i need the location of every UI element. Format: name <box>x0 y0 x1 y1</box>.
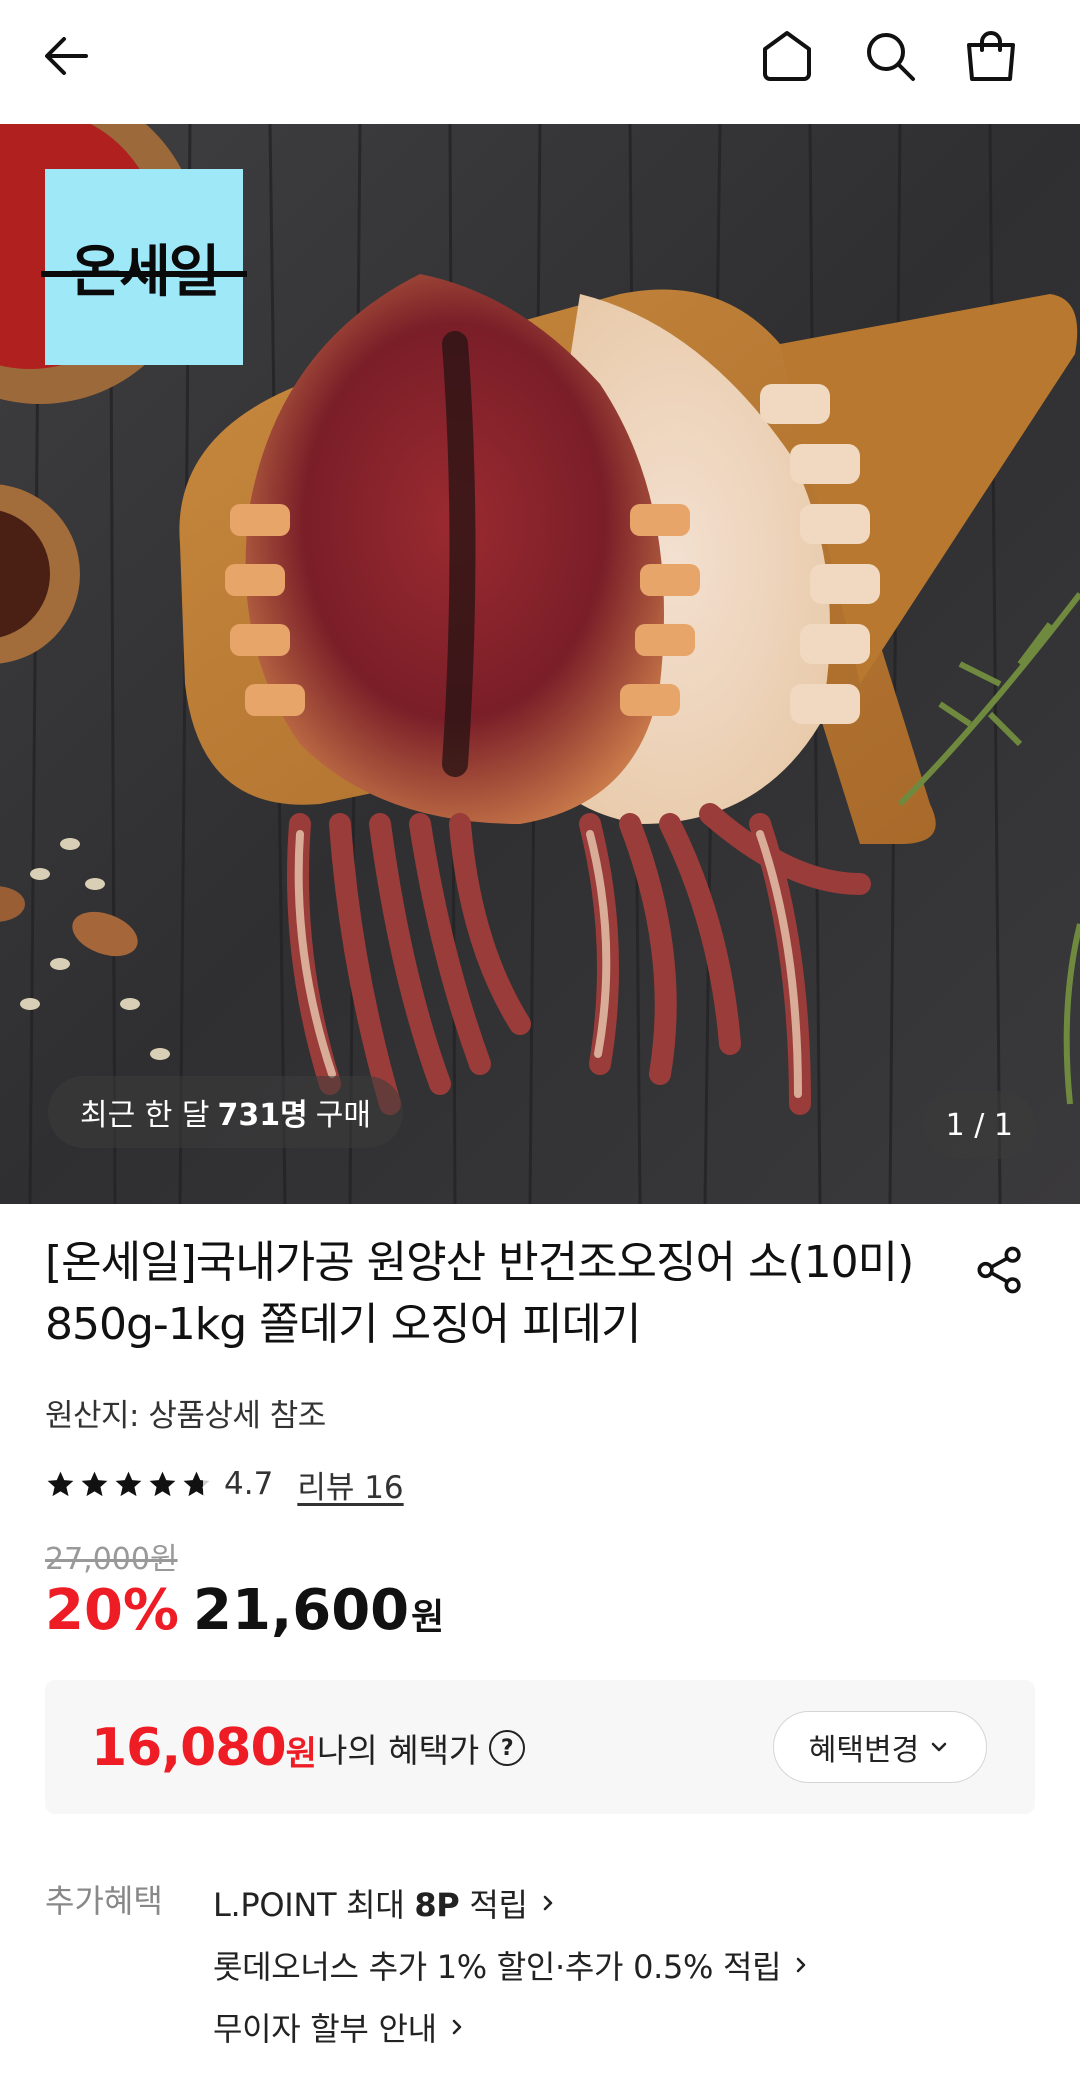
star-rating <box>45 1469 212 1500</box>
star-partial-icon <box>183 1471 210 1496</box>
chevron-right-icon <box>797 1957 806 1973</box>
benefit-price-box: 16,080 원 나의 혜택가 ? 혜택변경 <box>45 1680 1035 1814</box>
lpoint-points: 8P <box>414 1886 460 1924</box>
change-benefit-label: 혜택변경 <box>808 1733 920 1768</box>
top-app-bar <box>0 0 1080 124</box>
rating-row: 4.7 리뷰 16 <box>45 1462 404 1506</box>
extra-benefit-text: L.POINT 최대 8P 적립 <box>213 1880 528 1926</box>
rating-value: 4.7 <box>224 1466 274 1502</box>
question-circle-icon[interactable]: ? <box>489 1730 526 1766</box>
review-link[interactable]: 리뷰 16 <box>297 1462 403 1507</box>
star-full-icon <box>47 1471 74 1496</box>
benefit-amount: 16,080 <box>91 1718 287 1778</box>
star-full-icon <box>149 1471 176 1496</box>
benefit-price: 16,080 원 <box>91 1718 317 1778</box>
sale-price-unit: 원 <box>411 1597 445 1638</box>
image-page-indicator: 1 / 1 <box>923 1091 1035 1159</box>
extra-benefit-lpoint[interactable]: L.POINT 최대 8P 적립 <box>213 1872 813 1934</box>
sales-suffix: 구매 <box>315 1098 371 1133</box>
share-icon <box>977 1246 1021 1294</box>
extra-benefits-list: L.POINT 최대 8P 적립 롯데오너스 추가 1% 할인·추가 0.5% … <box>213 1872 813 2058</box>
change-benefit-button[interactable]: 혜택변경 <box>773 1711 987 1783</box>
origin-info: 원산지: 상품상세 참조 <box>45 1398 326 1434</box>
original-price: 27,000원 <box>45 1542 178 1577</box>
discount-rate: 20% <box>45 1578 180 1643</box>
cart-button[interactable] <box>955 20 1027 92</box>
chevron-right-icon <box>543 1895 552 1911</box>
search-button[interactable] <box>854 20 926 92</box>
home-button[interactable] <box>751 20 823 92</box>
extra-benefit-text: 무이자 할부 안내 <box>213 2010 437 2048</box>
shopping-bag-icon <box>967 31 1015 81</box>
star-full-icon <box>115 1471 142 1496</box>
search-icon <box>867 33 915 81</box>
price-row: 20% 21,600 원 <box>45 1578 444 1643</box>
sale-price: 21,600 <box>193 1578 410 1643</box>
home-icon <box>763 31 811 81</box>
extra-benefit-lotte-owners[interactable]: 롯데오너스 추가 1% 할인·추가 0.5% 적립 <box>213 1934 813 1996</box>
back-button[interactable] <box>30 20 102 92</box>
brand-badge-text: 온세일 <box>69 239 221 305</box>
extra-benefit-text: 롯데오너스 추가 1% 할인·추가 0.5% 적립 <box>213 1948 782 1986</box>
chevron-down-icon <box>931 1742 947 1752</box>
brand-badge: 온세일 <box>41 169 247 365</box>
lpoint-prefix: L.POINT 최대 <box>213 1886 415 1924</box>
star-full-icon <box>81 1471 108 1496</box>
product-title: [온세일]국내가공 원양산 반건조오징어 소(10미) 850g-1kg 쫄데기… <box>45 1237 914 1350</box>
benefit-unit: 원 <box>285 1734 317 1774</box>
extra-benefit-installment[interactable]: 무이자 할부 안내 <box>213 1996 813 2058</box>
arrow-left-icon <box>45 37 88 75</box>
sales-count: 731명 <box>217 1098 308 1133</box>
chevron-right-icon <box>452 2019 461 2035</box>
benefit-label-group: 나의 혜택가 ? <box>317 1724 526 1772</box>
recent-sales-badge: 최근 한 달 731명 구매 <box>48 1076 403 1148</box>
sales-prefix: 최근 한 달 <box>80 1098 210 1133</box>
product-image-carousel[interactable]: 온세일 최근 한 달 731명 구매 1 / 1 <box>0 124 1080 1204</box>
share-button[interactable] <box>970 1240 1030 1300</box>
brand-badge-strike <box>41 271 247 277</box>
benefit-label: 나의 혜택가 <box>317 1731 480 1770</box>
lpoint-suffix: 적립 <box>459 1886 528 1924</box>
extra-benefits-label: 추가혜택 <box>45 1882 163 1920</box>
